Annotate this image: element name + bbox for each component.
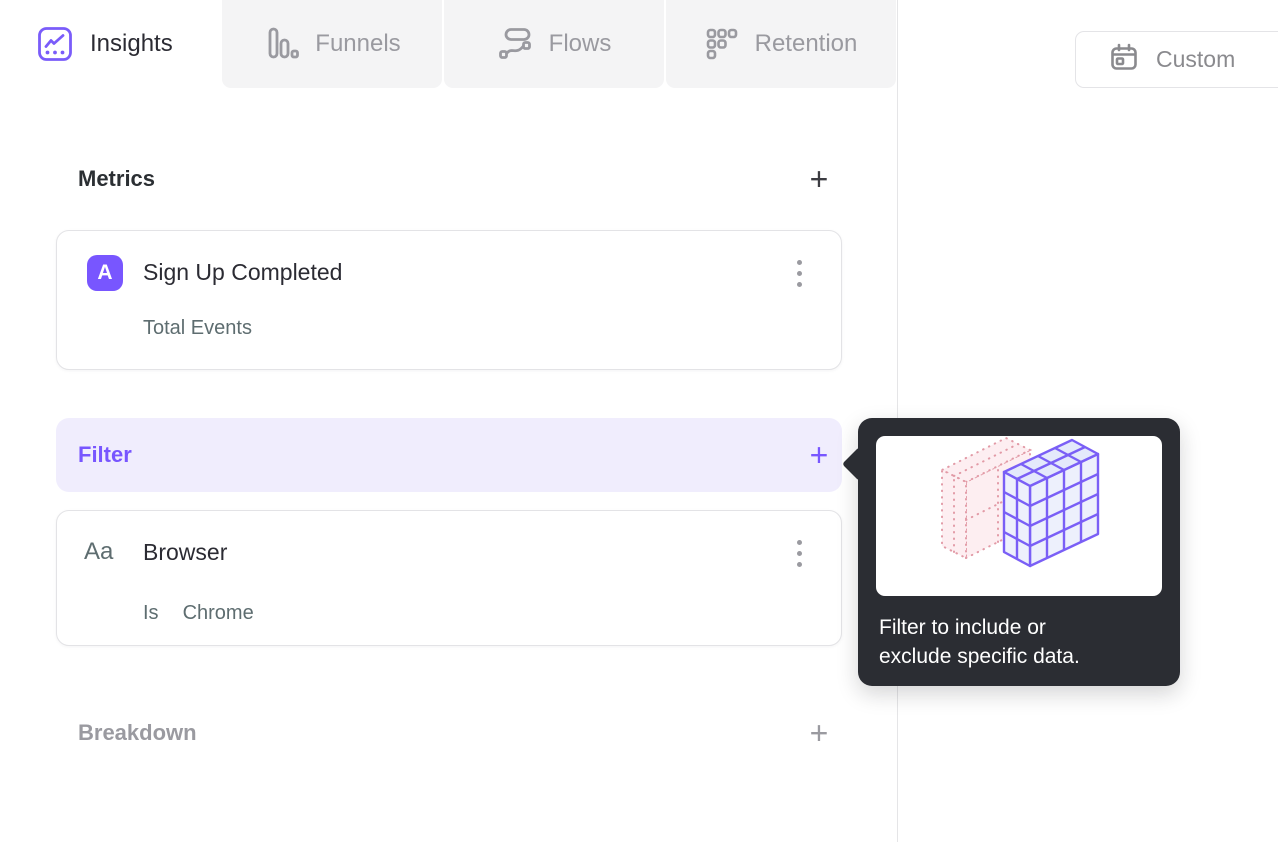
metrics-heading: Metrics <box>78 166 156 191</box>
tab-label: Retention <box>754 30 858 57</box>
tab-label: Funnels <box>315 30 401 57</box>
filter-cube-illustration <box>876 436 1162 596</box>
add-breakdown-button[interactable]: + <box>802 717 836 749</box>
custom-button-label: Custom <box>1156 46 1236 72</box>
custom-date-range-button[interactable]: Custom <box>1075 31 1278 88</box>
tab-flows[interactable]: Flows <box>444 0 664 88</box>
filter-operator[interactable]: Is <box>143 602 159 625</box>
tab-retention[interactable]: Retention <box>666 0 896 88</box>
string-property-type-icon: Aa <box>84 538 114 565</box>
tab-label: Insights <box>90 30 173 57</box>
flows-icon <box>497 26 533 62</box>
tab-insights[interactable]: Insights <box>0 0 220 88</box>
tooltip-arrow <box>842 447 876 481</box>
metric-card[interactable]: A Sign Up Completed Total Events <box>56 230 842 370</box>
filter-tooltip: Filter to include or exclude specific da… <box>842 418 1180 686</box>
retention-icon <box>705 27 739 61</box>
breakdown-section-header: Breakdown + <box>56 716 842 750</box>
tab-label: Flows <box>548 30 612 57</box>
insights-builder-page: Insights Funnels Flows Retention Custom … <box>0 0 1278 842</box>
metric-event-name[interactable]: Sign Up Completed <box>143 259 342 286</box>
filter-value[interactable]: Chrome <box>183 602 254 625</box>
insights-icon <box>36 25 74 63</box>
funnels-icon <box>263 25 300 63</box>
series-a-badge: A <box>87 255 123 291</box>
tooltip-text-line1: Filter to include or <box>879 616 1046 639</box>
filter-heading: Filter <box>78 442 132 467</box>
metric-measurement[interactable]: Total Events <box>143 317 252 340</box>
filter-section-row[interactable]: Filter + <box>56 418 842 492</box>
filter-property-name[interactable]: Browser <box>143 539 227 566</box>
tab-funnels[interactable]: Funnels <box>222 0 442 88</box>
filter-card[interactable]: Aa Browser Is Chrome <box>56 510 842 646</box>
tooltip-text-line2: exclude specific data. <box>879 645 1080 668</box>
add-filter-button[interactable]: + <box>802 439 836 471</box>
metrics-section-header: Metrics + <box>56 162 842 196</box>
calendar-icon <box>1108 41 1140 79</box>
filter-kebab-menu-icon[interactable] <box>781 535 817 571</box>
metric-kebab-menu-icon[interactable] <box>781 255 817 291</box>
breakdown-heading: Breakdown <box>78 720 197 745</box>
add-metric-button[interactable]: + <box>802 163 836 195</box>
